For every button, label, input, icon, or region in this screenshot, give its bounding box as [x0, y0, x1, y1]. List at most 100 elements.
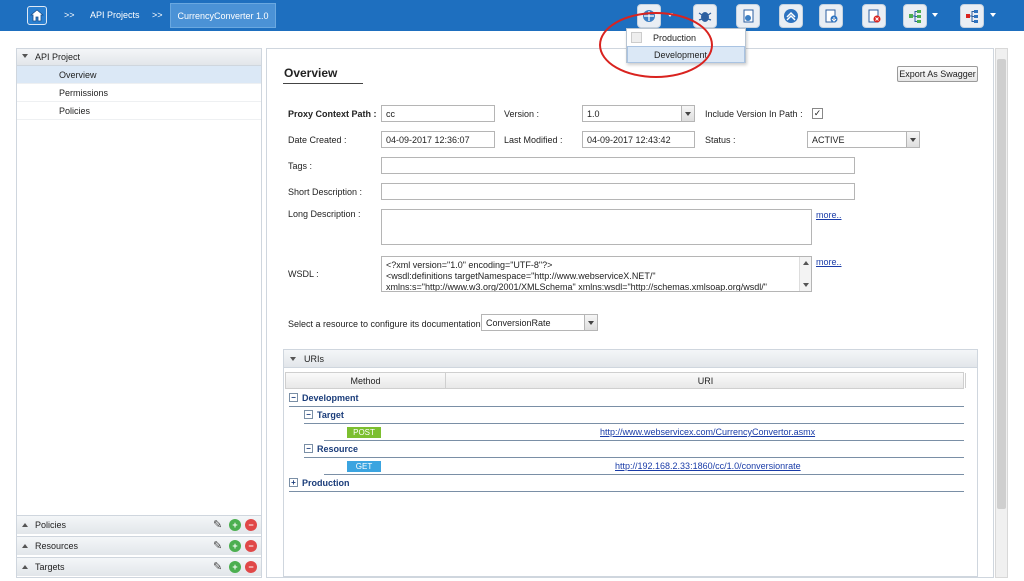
breadcrumb-api-projects[interactable]: API Projects	[90, 10, 140, 20]
expand-caret-icon	[22, 565, 28, 569]
long-desc-label: Long Description :	[288, 209, 361, 219]
scroll-thumb[interactable]	[997, 59, 1006, 509]
option-icon	[631, 32, 642, 43]
delete-icon[interactable]	[862, 4, 886, 28]
wsdl-more-link[interactable]: more..	[816, 257, 842, 267]
long-desc-more-link[interactable]: more..	[816, 210, 842, 220]
last-modified-field: 04-09-2017 12:43:42	[582, 131, 695, 148]
tree-node-label: Production	[302, 477, 350, 488]
deploy-dropdown-caret[interactable]	[667, 13, 673, 17]
expand-caret-icon	[22, 523, 28, 527]
add-icon[interactable]: +	[229, 540, 241, 552]
target-uri-link[interactable]: http://www.webservicex.com/CurrencyConve…	[600, 427, 815, 437]
edit-pencil-icon[interactable]: ✎	[213, 519, 225, 531]
wsdl-scrollbar[interactable]	[799, 257, 811, 291]
proxy-context-input[interactable]: cc	[381, 105, 495, 122]
promote-icon[interactable]	[779, 4, 803, 28]
chevron-down-icon	[906, 132, 919, 147]
scroll-up-icon[interactable]	[803, 261, 809, 265]
nav-item-permissions[interactable]: Permissions	[17, 84, 261, 102]
tree-dropdown-caret[interactable]	[932, 13, 938, 17]
column-uri[interactable]: URI	[446, 373, 966, 388]
get-method-badge: GET	[347, 461, 381, 472]
collapse-minus-icon[interactable]: −	[304, 444, 313, 453]
home-button[interactable]	[27, 6, 47, 25]
tree-separator	[289, 491, 964, 492]
accordion-label: Resources	[35, 541, 79, 551]
nav-item-policies[interactable]: Policies	[17, 102, 261, 120]
tree-node-label: Resource	[317, 443, 359, 454]
long-desc-textarea[interactable]	[381, 209, 812, 245]
status-select[interactable]: ACTIVE	[807, 131, 920, 148]
short-desc-input[interactable]	[381, 183, 855, 200]
wsdl-label: WSDL :	[288, 269, 319, 279]
tree-node-development[interactable]: − Development	[289, 389, 359, 406]
breadcrumb-separator: >>	[64, 10, 75, 20]
dropdown-option-production[interactable]: Production	[627, 29, 745, 46]
collapse-minus-icon[interactable]: −	[304, 410, 313, 419]
date-created-field: 04-09-2017 12:36:07	[381, 131, 495, 148]
api-project-header[interactable]: API Project	[17, 49, 261, 66]
home-icon	[30, 9, 44, 22]
deploy-icon[interactable]	[637, 4, 661, 28]
uris-panel: URIs Method URI − Development − Target P…	[283, 349, 978, 577]
tree-separator	[324, 474, 964, 475]
environment-dropdown: Production Development	[626, 28, 746, 63]
tree-node-label: Development	[302, 392, 359, 403]
version-select[interactable]: 1.0	[582, 105, 695, 122]
include-version-checkbox[interactable]: ✓	[812, 108, 823, 119]
breadcrumb-current-project[interactable]: CurrencyConverter 1.0	[170, 3, 276, 28]
export-icon[interactable]	[819, 4, 843, 28]
left-panel: API Project Overview Permissions Policie…	[16, 48, 262, 578]
resource-uri-link[interactable]: http://192.168.2.33:1860/cc/1.0/conversi…	[615, 461, 801, 471]
remove-icon[interactable]: −	[245, 561, 257, 573]
tree-node-resource[interactable]: − Resource	[304, 440, 358, 457]
uris-header[interactable]: URIs	[284, 350, 977, 368]
tags-input[interactable]	[381, 157, 855, 174]
document-icon[interactable]	[736, 4, 760, 28]
accordion-policies[interactable]: Policies ✎ + −	[17, 515, 261, 534]
accordion-resources[interactable]: Resources ✎ + −	[17, 536, 261, 555]
uris-title: URIs	[304, 353, 324, 364]
title-underline	[283, 83, 363, 84]
resource-select-label: Select a resource to configure its docum…	[288, 319, 486, 329]
column-method[interactable]: Method	[286, 373, 446, 388]
wsdl-line: xmlns:s="http://www.w3.org/2001/XMLSchem…	[386, 282, 767, 292]
remove-icon[interactable]: −	[245, 540, 257, 552]
status-value: ACTIVE	[812, 134, 845, 145]
resource-select[interactable]: ConversionRate	[481, 314, 598, 331]
api-project-title: API Project	[35, 52, 81, 62]
breadcrumb-separator: >>	[152, 10, 163, 20]
include-version-label: Include Version In Path :	[705, 109, 803, 119]
accordion-targets[interactable]: Targets ✎ + −	[17, 557, 261, 576]
wsdl-line: <?xml version="1.0" encoding="UTF-8"?>	[386, 260, 553, 270]
version-label: Version :	[504, 109, 540, 119]
main-scrollbar[interactable]	[995, 48, 1008, 578]
tree-separator	[324, 440, 964, 441]
debug-icon[interactable]	[693, 4, 717, 28]
expand-plus-icon[interactable]: +	[289, 478, 298, 487]
page-title: Overview	[284, 66, 338, 80]
edit-pencil-icon[interactable]: ✎	[213, 561, 225, 573]
collapse-minus-icon[interactable]: −	[289, 393, 298, 402]
hierarchy-dropdown-caret[interactable]	[990, 13, 996, 17]
nav-item-overview[interactable]: Overview	[17, 66, 261, 84]
date-created-label: Date Created :	[288, 135, 347, 145]
top-bar: >> API Projects >> CurrencyConverter 1.0	[0, 0, 1024, 31]
tree-node-target[interactable]: − Target	[304, 406, 344, 423]
dropdown-option-development[interactable]: Development	[627, 46, 745, 63]
tree-icon[interactable]	[903, 4, 927, 28]
remove-icon[interactable]: −	[245, 519, 257, 531]
wsdl-textarea[interactable]: <?xml version="1.0" encoding="UTF-8"?> <…	[381, 256, 812, 292]
tree-separator	[289, 406, 964, 407]
add-icon[interactable]: +	[229, 561, 241, 573]
add-icon[interactable]: +	[229, 519, 241, 531]
accordion-label: Policies	[35, 520, 67, 530]
scroll-down-icon[interactable]	[803, 283, 809, 287]
tree-node-production[interactable]: + Production	[289, 474, 350, 491]
expand-caret-icon	[22, 544, 28, 548]
hierarchy-icon[interactable]	[960, 4, 984, 28]
post-method-badge: POST	[347, 427, 381, 438]
export-swagger-button[interactable]: Export As Swagger	[897, 66, 978, 82]
edit-pencil-icon[interactable]: ✎	[213, 540, 225, 552]
